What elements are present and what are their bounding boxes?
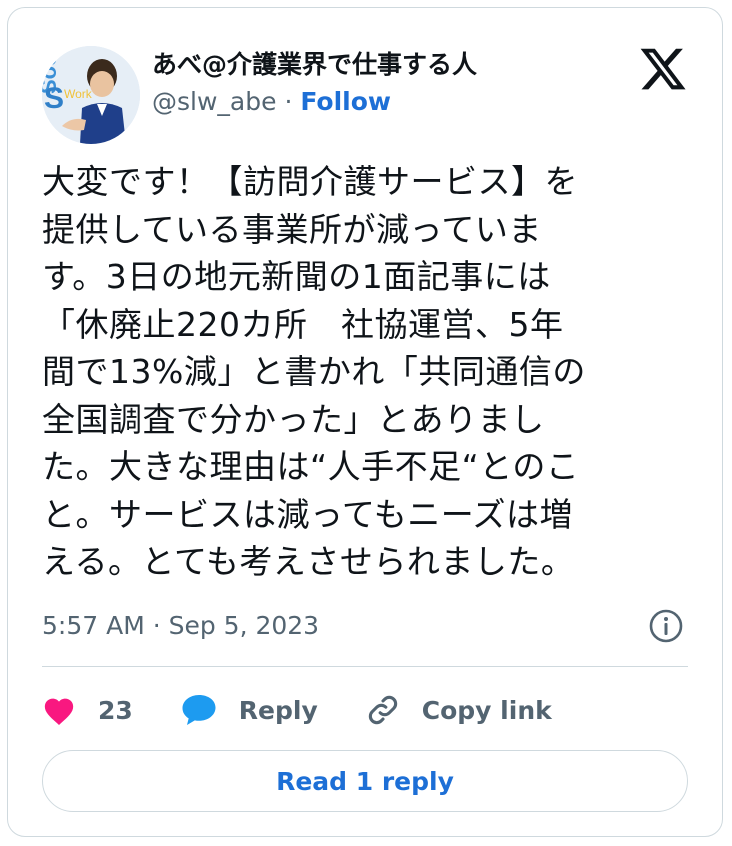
x-logo-icon[interactable]	[638, 44, 688, 94]
tweet-text: 大変です！【訪問介護サービス】を 提供している事業所が減っていま す。3日の地元…	[42, 162, 586, 581]
copy-link-label: Copy link	[421, 695, 552, 725]
author-names: あべ@介護業界で仕事する人 @slw_abe · Follow	[152, 48, 477, 122]
timestamp-row: 5:57 AM · Sep 5, 2023	[42, 606, 688, 646]
speech-bubble-icon	[182, 695, 216, 725]
timestamp[interactable]: 5:57 AM · Sep 5, 2023	[42, 611, 319, 640]
svg-text:Work: Work	[64, 87, 93, 101]
info-icon[interactable]	[648, 608, 684, 644]
follow-button[interactable]: Follow	[300, 87, 391, 116]
action-bar: 23 Reply Copy link	[42, 680, 688, 740]
svg-text:S: S	[44, 82, 64, 115]
reply-label: Reply	[238, 695, 318, 725]
tweet-card: Social S Work あべ@介護業界で仕事する人 @slw_abe · F…	[7, 7, 723, 837]
copy-link-button[interactable]: Copy link	[366, 693, 552, 727]
reply-button[interactable]: Reply	[181, 693, 318, 727]
handle[interactable]: @slw_abe	[152, 87, 277, 116]
avatar[interactable]: Social S Work	[42, 46, 140, 144]
separator: ·	[276, 87, 301, 116]
tweet-header: Social S Work あべ@介護業界で仕事する人 @slw_abe · F…	[42, 44, 688, 144]
divider	[42, 666, 688, 667]
display-name[interactable]: あべ@介護業界で仕事する人	[152, 48, 477, 82]
handle-row: @slw_abe · Follow	[152, 82, 477, 122]
read-replies-button[interactable]: Read 1 reply	[42, 750, 688, 812]
link-icon	[368, 695, 397, 725]
like-count: 23	[98, 695, 133, 725]
like-button[interactable]: 23	[42, 694, 133, 726]
heart-icon	[44, 698, 74, 726]
